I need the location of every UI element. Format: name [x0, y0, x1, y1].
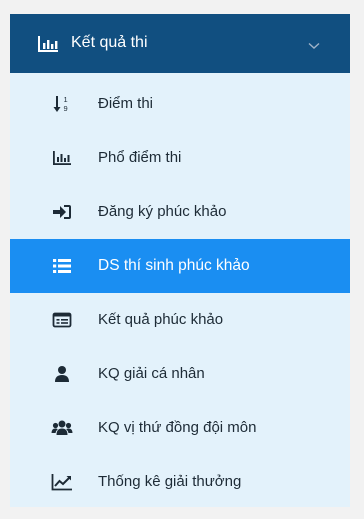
users-icon: [51, 420, 73, 435]
sign-in-icon: [53, 205, 71, 219]
menu-item-label: Điểm thi: [98, 95, 154, 112]
svg-text:9: 9: [64, 104, 68, 113]
id-card-icon: [52, 312, 72, 328]
results-menu: Kết quả thi 1 9 Điểm thi Phổ điểm thi Đă…: [10, 14, 350, 507]
menu-item-label: KQ giải cá nhân: [98, 365, 205, 382]
menu-item-ds-thi-sinh-phuc-khao[interactable]: DS thí sinh phúc khảo: [10, 239, 350, 293]
menu-item-label: Kết quả phúc khảo: [98, 311, 224, 328]
sidebar-panel: Kết quả thi 1 9 Điểm thi Phổ điểm thi Đă…: [0, 0, 364, 519]
menu-item-dang-ky-phuc-khao[interactable]: Đăng ký phúc khảo: [10, 185, 350, 239]
menu-item-label: KQ vị thứ đồng đội môn: [98, 419, 257, 436]
chevron-down-icon[interactable]: [308, 42, 320, 50]
line-chart-icon: [51, 474, 72, 491]
user-icon: [55, 366, 69, 382]
menu-item-ket-qua-phuc-khao[interactable]: Kết quả phúc khảo: [10, 293, 350, 347]
menu-header-ket-qua-thi[interactable]: Kết quả thi: [10, 14, 350, 73]
menu-item-kq-giai-ca-nhan[interactable]: KQ giải cá nhân: [10, 347, 350, 401]
menu-item-thong-ke-giai-thuong[interactable]: Thống kê giải thưởng: [10, 455, 350, 509]
menu-item-label: Đăng ký phúc khảo: [98, 203, 227, 220]
menu-item-label: DS thí sinh phúc khảo: [98, 257, 250, 274]
menu-item-diem-thi[interactable]: 1 9 Điểm thi: [10, 77, 350, 131]
list-icon: [53, 259, 71, 273]
menu-header-title: Kết quả thi: [71, 34, 148, 51]
menu-item-label: Thống kê giải thưởng: [98, 473, 242, 490]
bar-chart-icon: [38, 36, 58, 52]
menu-item-pho-diem-thi[interactable]: Phổ điểm thi: [10, 131, 350, 185]
bar-chart-icon: [53, 151, 71, 165]
menu-item-kq-vi-thu-dong-doi-mon[interactable]: KQ vị thứ đồng đội môn: [10, 401, 350, 455]
sort-numeric-icon: 1 9: [53, 95, 68, 113]
menu-item-label: Phổ điểm thi: [98, 149, 182, 166]
svg-text:1: 1: [64, 95, 68, 104]
